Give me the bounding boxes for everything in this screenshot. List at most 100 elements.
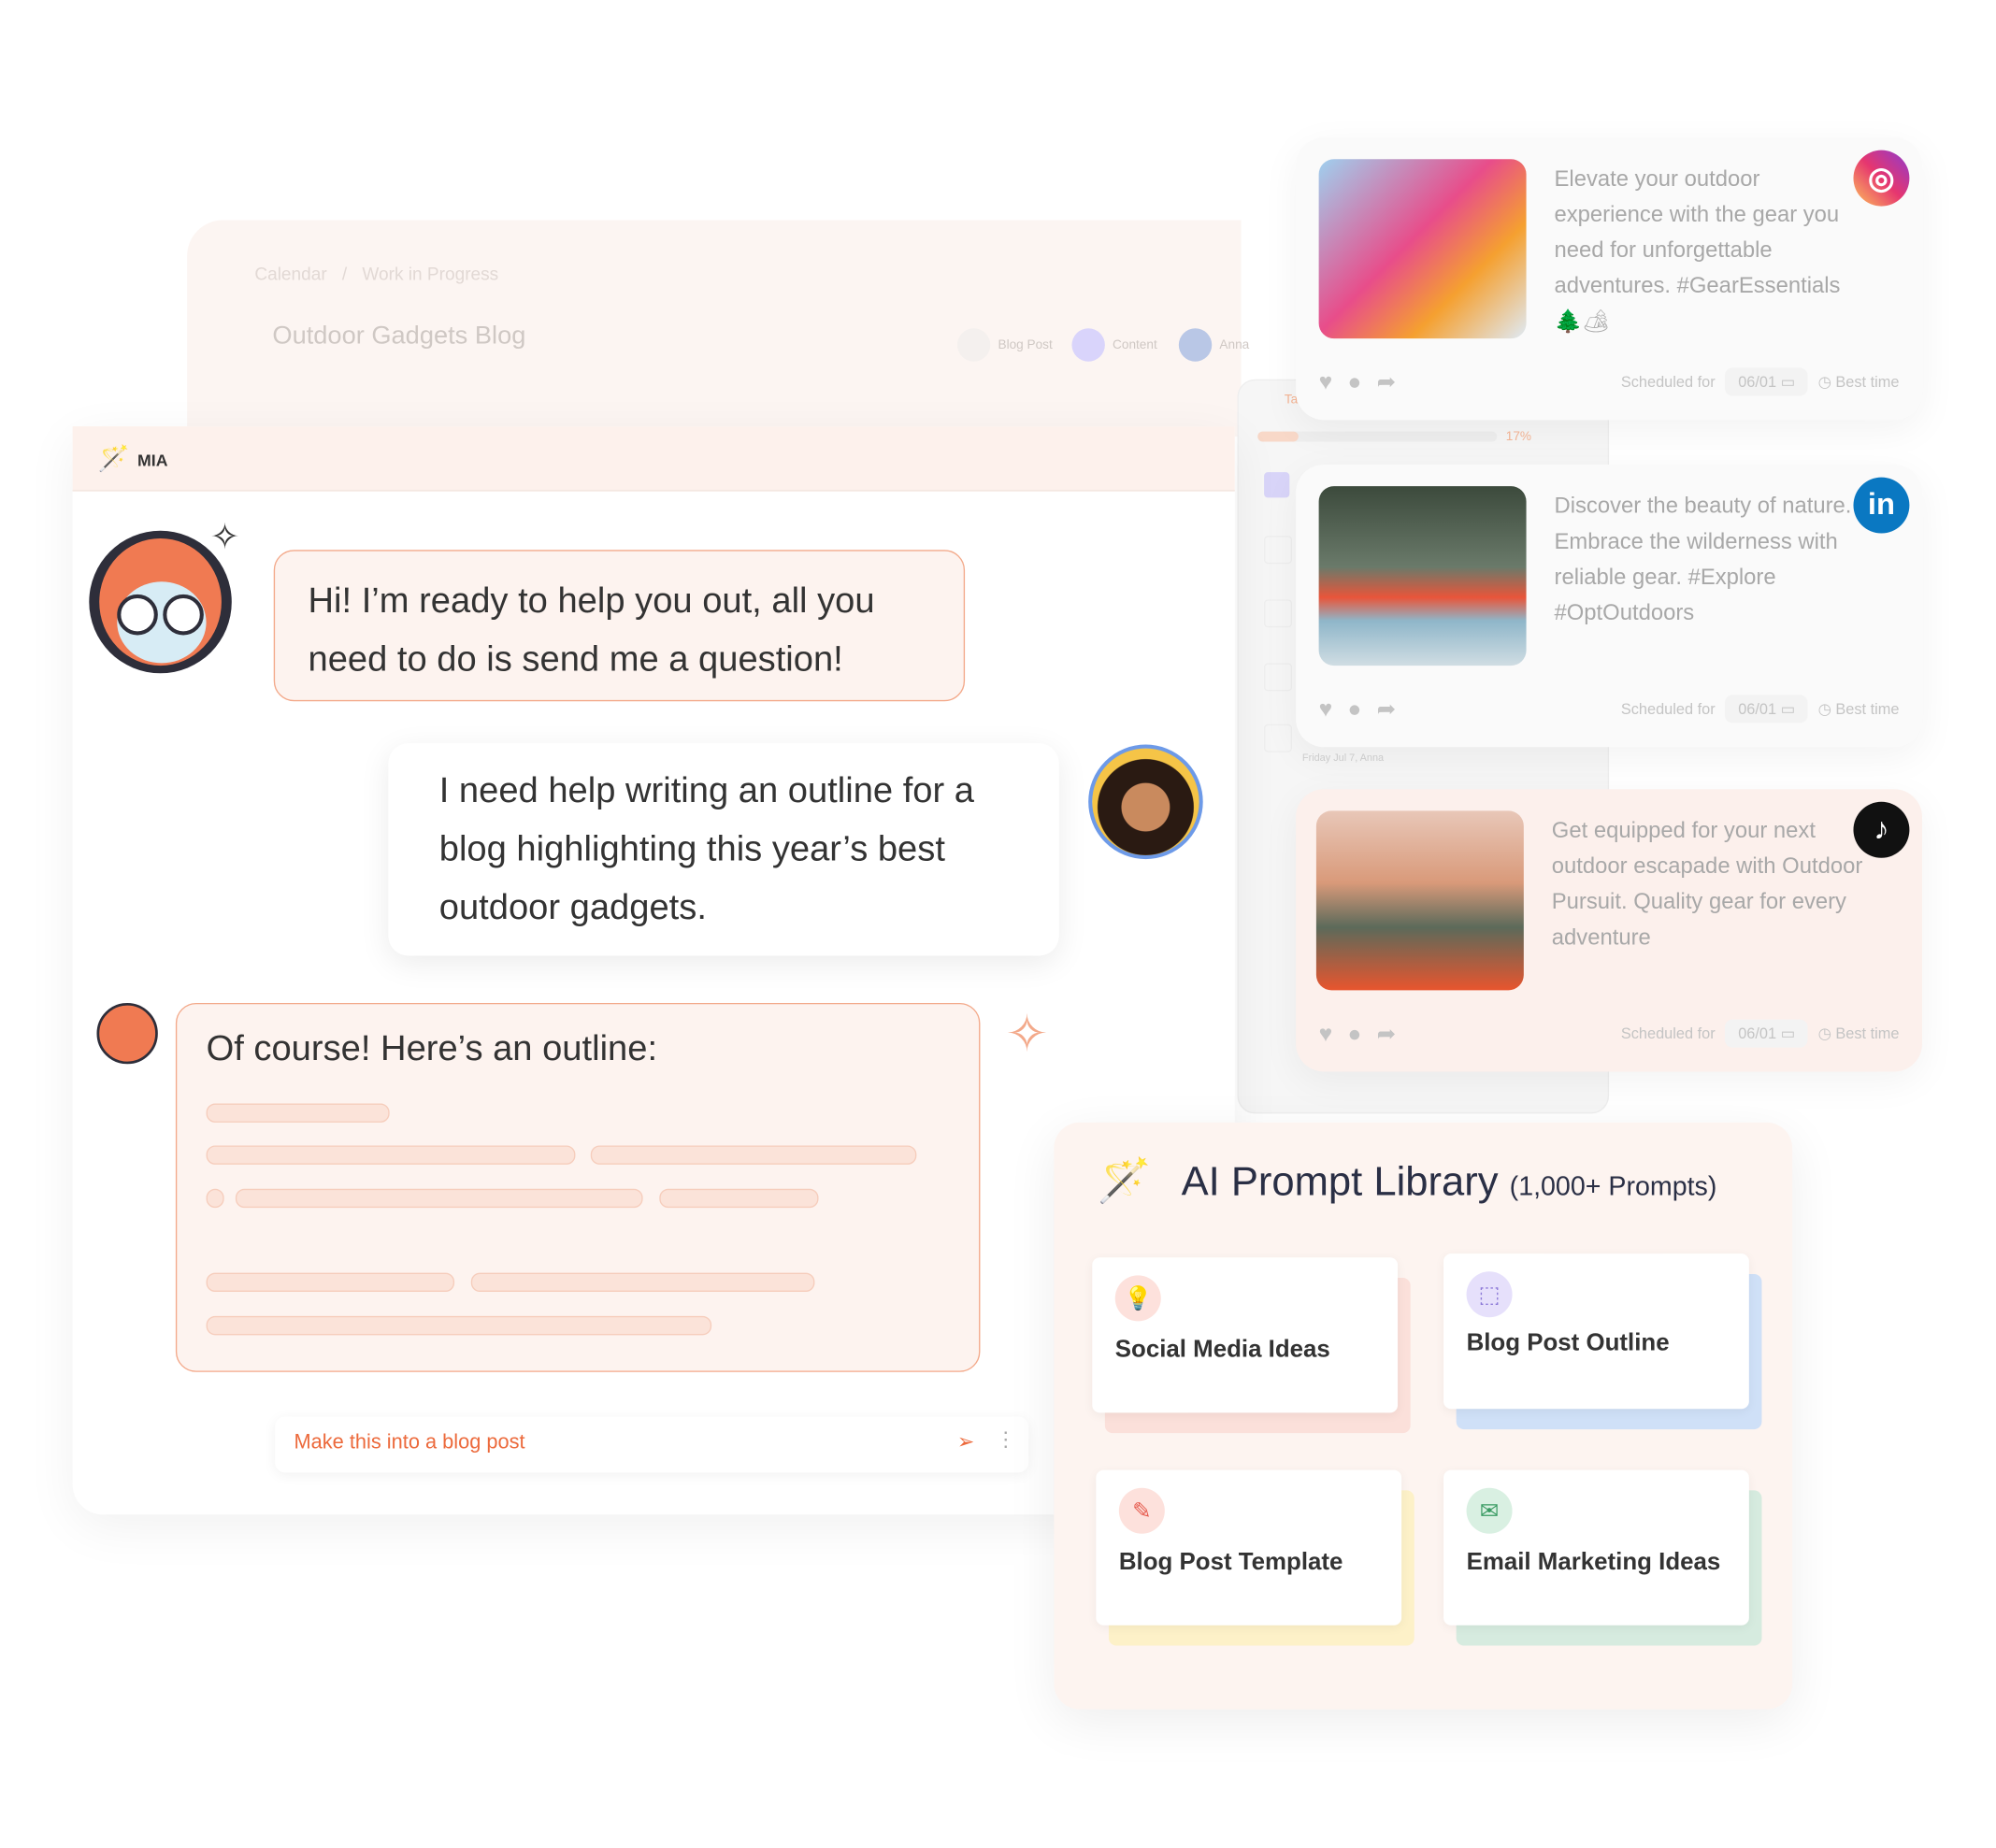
share-icon[interactable]: ➦ [1377, 695, 1397, 723]
comment-icon[interactable]: ● [1348, 1020, 1362, 1047]
instagram-icon: ◎ [1853, 150, 1910, 207]
sparkle-icon: ✧ [209, 516, 240, 557]
clock-icon: ◷ [1817, 699, 1836, 718]
tiktok-icon: ♪ [1853, 801, 1910, 858]
breadcrumb-calendar[interactable]: Calendar [254, 264, 326, 284]
placeholder-bullet [206, 1188, 224, 1209]
placeholder-line [206, 1272, 455, 1293]
tag-label: Blog Post [998, 337, 1053, 352]
linkedin-icon: in [1853, 477, 1910, 534]
card-label: Social Media Ideas [1114, 1336, 1330, 1364]
lightbulb-icon: 💡 [1114, 1275, 1161, 1322]
project-title: Outdoor Gadgets Blog [272, 322, 526, 351]
chat-input[interactable]: Make this into a blog post ➢ ⋮ [275, 1416, 1029, 1473]
message-text: Of course! Here’s an outline: [206, 1028, 658, 1068]
tag-blog-post[interactable]: Blog Post [956, 328, 1053, 362]
scheduled-label: Scheduled for [1620, 699, 1716, 718]
placeholder-line [206, 1103, 390, 1123]
best-time-label[interactable]: Best time [1835, 700, 1899, 718]
checkbox[interactable] [1264, 536, 1293, 565]
comment-icon[interactable]: ● [1348, 695, 1362, 723]
library-count: (1,000+ Prompts) [1509, 1172, 1717, 1202]
clock-icon: ◷ [1817, 1024, 1836, 1043]
mail-icon: ✉ [1466, 1487, 1513, 1534]
assistant-name: MIA [137, 451, 168, 470]
tag-content[interactable]: Content [1071, 328, 1157, 362]
placeholder-line [590, 1145, 917, 1165]
card-face: ✉ Email Marketing Ideas [1443, 1469, 1749, 1626]
breadcrumb-separator: / [341, 263, 348, 284]
checkbox[interactable] [1264, 663, 1293, 692]
date-picker[interactable]: 06/01 ▭ [1725, 367, 1808, 396]
post-text: Get equipped for your next outdoor escap… [1551, 817, 1863, 950]
breadcrumb: Calendar / Work in Progress [254, 264, 498, 284]
scheduled-label: Scheduled for [1620, 1024, 1716, 1043]
prompt-card-social-media-ideas[interactable]: 💡 Social Media Ideas [1092, 1257, 1411, 1434]
calendar-icon: ▭ [1780, 1024, 1796, 1043]
date-value: 06/01 [1738, 1024, 1777, 1043]
post-image [1318, 486, 1527, 666]
placeholder-line [206, 1315, 712, 1336]
magic-wand-icon: 🪄 [97, 445, 130, 474]
more-options-icon[interactable]: ⋮ [996, 1426, 1016, 1452]
date-picker[interactable]: 06/01 ▭ [1725, 1019, 1808, 1048]
date-value: 06/01 [1738, 372, 1777, 392]
clock-icon: ◷ [1817, 372, 1836, 392]
comment-icon[interactable]: ● [1348, 368, 1362, 395]
prompt-card-blog-post-template[interactable]: ✎ Blog Post Template [1096, 1469, 1414, 1646]
card-face: ✎ Blog Post Template [1096, 1469, 1402, 1626]
share-icon[interactable]: ➦ [1377, 1020, 1397, 1047]
checkbox[interactable] [1264, 723, 1293, 752]
assistant-outline-message: Of course! Here’s an outline: [175, 1002, 981, 1372]
post-text: Discover the beauty of nature. Embrace t… [1554, 492, 1852, 625]
date-picker[interactable]: 06/01 ▭ [1725, 695, 1808, 723]
library-title: AI Prompt Library (1,000+ Prompts) [1182, 1158, 1717, 1205]
card-label: Email Marketing Ideas [1466, 1549, 1721, 1576]
best-time-label[interactable]: Best time [1835, 1024, 1899, 1042]
placeholder-line [235, 1188, 643, 1209]
edit-icon: ✎ [1118, 1487, 1165, 1534]
magic-wand-icon: 🪄 [1097, 1156, 1152, 1206]
prompt-card-blog-post-outline[interactable]: ⬚ Blog Post Outline [1443, 1253, 1762, 1430]
content-dot-icon [1071, 328, 1105, 362]
scheduled-label: Scheduled for [1620, 372, 1716, 392]
card-face: 💡 Social Media Ideas [1092, 1257, 1399, 1413]
tag-label: Content [1113, 337, 1157, 352]
date-value: 06/01 [1738, 699, 1777, 718]
social-post-card-linkedin[interactable]: Discover the beauty of nature. Embrace t… [1296, 464, 1923, 748]
calendar-icon: ▭ [1780, 699, 1796, 718]
placeholder-line [659, 1188, 819, 1209]
task-meta: Friday Jul 7, Anna [1301, 752, 1385, 764]
heart-icon[interactable]: ♥ [1319, 368, 1333, 395]
social-post-card-instagram[interactable]: Elevate your outdoor experience with the… [1296, 137, 1923, 421]
ai-prompt-library: 🪄 AI Prompt Library (1,000+ Prompts) 💡 So… [1054, 1122, 1793, 1710]
best-time-label[interactable]: Best time [1835, 373, 1899, 391]
post-text: Elevate your outdoor experience with the… [1554, 165, 1841, 334]
avatar [1178, 328, 1213, 362]
checkbox[interactable] [1264, 599, 1293, 628]
post-footer: ♥ ● ➦ Scheduled for 06/01 ▭ ◷ Best time [1319, 1018, 1900, 1049]
tag-label: Anna [1219, 337, 1250, 352]
marketing-composite: Calendar / Work in Progress Outdoor Gadg… [0, 0, 1996, 1848]
progress-bar [1257, 431, 1498, 442]
tag-anna[interactable]: Anna [1178, 328, 1250, 362]
share-icon[interactable]: ➦ [1377, 368, 1397, 395]
card-label: Blog Post Template [1118, 1549, 1343, 1576]
send-icon[interactable]: ➢ [957, 1429, 974, 1454]
chat-input-value[interactable]: Make this into a blog post [294, 1432, 525, 1455]
sparkle-icon: ✧ [1005, 1007, 1049, 1063]
prompt-card-email-marketing-ideas[interactable]: ✉ Email Marketing Ideas [1443, 1469, 1762, 1646]
breadcrumb-work-in-progress[interactable]: Work in Progress [362, 264, 498, 284]
post-footer: ♥ ● ➦ Scheduled for 06/01 ▭ ◷ Best time [1319, 366, 1900, 397]
card-face: ⬚ Blog Post Outline [1443, 1253, 1749, 1410]
heart-icon[interactable]: ♥ [1319, 695, 1333, 723]
chat-header: 🪄 MIA [72, 426, 1235, 492]
dotted-circle-icon: ⬚ [1466, 1271, 1513, 1318]
placeholder-line [206, 1145, 576, 1165]
heart-icon[interactable]: ♥ [1319, 1020, 1333, 1047]
post-image [1318, 159, 1527, 339]
social-post-card-tiktok[interactable]: Get equipped for your next outdoor escap… [1296, 789, 1923, 1072]
user-message: I need help writing an outline for a blo… [388, 743, 1059, 956]
user-avatar [1088, 744, 1203, 860]
checkbox-checked[interactable] [1264, 472, 1290, 498]
